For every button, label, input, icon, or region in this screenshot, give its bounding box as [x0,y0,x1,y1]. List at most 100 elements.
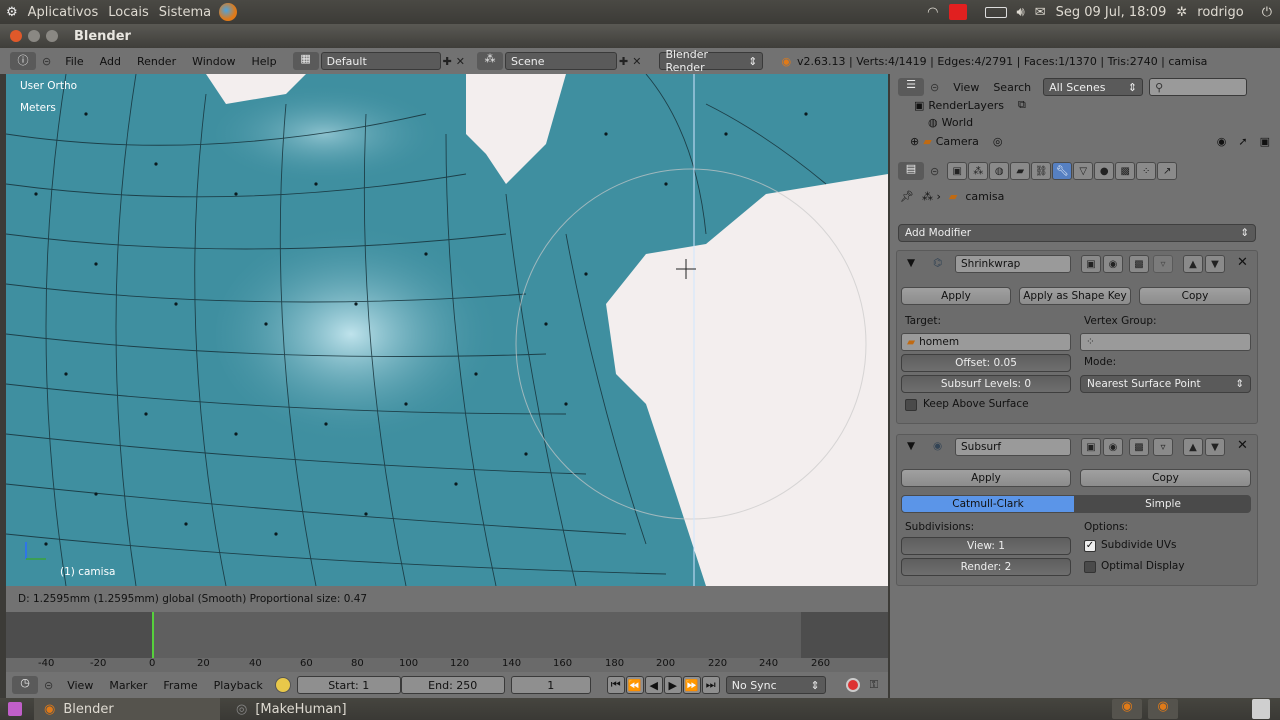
select-arrow-icon[interactable]: ➚ [1238,135,1247,148]
layout-field[interactable]: Default [320,52,441,70]
alert-icon[interactable] [948,4,967,20]
menu-system[interactable]: Sistema [159,5,211,20]
pin-icon[interactable]: 📌︎ [900,190,914,203]
copy-button[interactable]: Copy [1139,287,1251,305]
keep-above-checkbox[interactable] [905,399,917,411]
optimal-display-checkbox[interactable] [1084,561,1096,573]
render-engine-select[interactable]: Blender Render ⇕ [659,48,764,74]
menu-marker[interactable]: Marker [109,679,147,692]
viewport-toggle-icon[interactable]: ◉ [1103,438,1123,456]
mail-icon[interactable]: ✉ [1035,5,1046,20]
minimize-window-button[interactable] [28,30,40,42]
scene-filter-select[interactable]: All Scenes ⇕ [1043,78,1144,96]
render-levels-field[interactable]: Render: 2 [901,558,1071,576]
outliner-editor-icon[interactable]: ☰ [898,78,924,96]
keying-set-icon[interactable]: ⚿ [870,678,878,692]
properties-editor-icon[interactable]: ▤ [898,162,924,180]
scene-icon[interactable]: ⁂ [477,52,503,70]
collapse-icon[interactable]: ⊝ [930,165,939,178]
move-down-button[interactable]: ▼ [1205,255,1225,273]
render-toggle-icon[interactable]: ▣ [1081,255,1101,273]
close-window-button[interactable] [10,30,22,42]
sync-select[interactable]: No Sync ⇕ [725,676,826,694]
render-toggle-icon[interactable]: ▣ [1081,438,1101,456]
menu-file[interactable]: File [65,55,83,68]
show-desktop-icon[interactable] [8,702,22,716]
scene-field[interactable]: Scene [505,52,617,70]
remove-modifier-icon[interactable]: ✕ [1237,255,1248,270]
collapse-icon[interactable]: ⊝ [42,55,51,68]
play-reverse-icon[interactable]: ◀ [644,676,663,694]
editmode-toggle-icon[interactable]: ▩ [1129,255,1149,273]
menu-view[interactable]: View [67,679,93,692]
menu-places[interactable]: Locais [108,5,148,20]
taskbar-item-makehuman[interactable]: ◎ [MakeHuman] [226,698,357,720]
menu-frame[interactable]: Frame [163,679,197,692]
catmull-clark-tab[interactable]: Catmull-Clark [901,495,1075,513]
view-levels-field[interactable]: View: 1 [901,537,1071,555]
current-frame-field[interactable]: 1 [510,676,591,694]
taskbar-item-blender[interactable]: ◉ Blender [34,698,220,720]
clock-icon[interactable]: ◷ [12,676,38,694]
outliner-item-renderlayers[interactable]: ▣ RenderLayers ⧉ [914,98,1026,112]
world-tab-icon[interactable]: ◍ [989,162,1010,180]
collapse-icon[interactable]: ⊝ [44,679,53,692]
add-modifier-select[interactable]: Add Modifier ⇕ [898,224,1256,242]
menu-help[interactable]: Help [251,55,276,68]
mode-select[interactable]: Nearest Surface Point ⇕ [1080,375,1251,393]
timeline[interactable]: -40 -20 0 20 40 60 80 100 120 140 160 18… [6,612,888,672]
jump-start-icon[interactable]: ⏮ [606,676,625,694]
play-icon[interactable]: ▶ [663,676,682,694]
move-down-button[interactable]: ▼ [1205,438,1225,456]
subdivide-uvs-checkbox[interactable]: ✓ [1084,540,1096,552]
apply-button[interactable]: Apply [901,287,1011,305]
tray-blender-icon[interactable]: ◉ [1148,699,1178,719]
target-field[interactable]: ▰ homem [901,333,1071,351]
offset-field[interactable]: Offset: 0.05 [901,354,1071,372]
keyframe-icon[interactable] [274,677,291,693]
data-tab-icon[interactable]: ▽ [1073,162,1094,180]
menu-playback[interactable]: Playback [214,679,263,692]
datetime[interactable]: Seg 09 Jul, 18:09 [1056,5,1167,20]
add-layout-button[interactable]: ✚ [443,55,452,68]
material-tab-icon[interactable]: ● [1094,162,1115,180]
move-up-button[interactable]: ▲ [1183,438,1203,456]
constraints-tab-icon[interactable]: ⛓ [1031,162,1052,180]
remove-scene-button[interactable]: ✕ [632,55,641,68]
expand-arrow-icon[interactable]: ▼ [907,440,915,452]
vertex-group-field[interactable]: ⁘ [1080,333,1251,351]
visibility-eye-icon[interactable]: ◉ [1217,135,1227,148]
wifi-icon[interactable]: ◠ [927,5,938,20]
viewport-toggle-icon[interactable]: ◉ [1103,255,1123,273]
outliner-item-world[interactable]: ◍ World [928,116,973,129]
battery-icon[interactable] [984,6,1007,18]
modifiers-tab-icon[interactable]: 🔧︎ [1052,162,1073,180]
menu-search[interactable]: Search [993,81,1031,94]
apply-button[interactable]: Apply [901,469,1071,487]
tray-firefox-icon[interactable]: ◉ [1112,699,1142,719]
3d-viewport[interactable]: User Ortho Meters (1) camisa [6,74,888,586]
collapse-icon[interactable]: ⊝ [930,81,939,94]
power-icon[interactable]: ⏻ [1262,5,1272,20]
record-icon[interactable] [845,678,860,692]
start-frame-field[interactable]: Start: 1 [296,676,401,694]
modifier-name-field[interactable]: Shrinkwrap [955,255,1071,273]
expand-icon[interactable]: ⊕ [910,135,919,148]
scene-tab-icon[interactable]: ⁂ [968,162,989,180]
outliner-item-camera[interactable]: ⊕ ▰ Camera ◎ ◉ ➚ ▣ [910,135,1270,148]
menu-add[interactable]: Add [100,55,121,68]
cage-toggle-icon[interactable]: ▿ [1153,255,1173,273]
subsurf-levels-field[interactable]: Subsurf Levels: 0 [901,375,1071,393]
user-name[interactable]: rodrigo [1197,5,1243,20]
end-frame-field[interactable]: End: 250 [400,676,505,694]
object-tab-icon[interactable]: ▰ [1010,162,1031,180]
simple-tab[interactable]: Simple [1075,495,1251,513]
physics-tab-icon[interactable]: ↗ [1157,162,1178,180]
modifier-name-field[interactable]: Subsurf [955,438,1071,456]
apply-shape-key-button[interactable]: Apply as Shape Key [1019,287,1131,305]
editmode-toggle-icon[interactable]: ▩ [1129,438,1149,456]
mesh-render[interactable] [6,74,888,586]
remove-layout-button[interactable]: ✕ [456,55,465,68]
editor-type-icon[interactable]: ⓘ [10,52,36,70]
render-tab-icon[interactable]: ▣ [947,162,968,180]
